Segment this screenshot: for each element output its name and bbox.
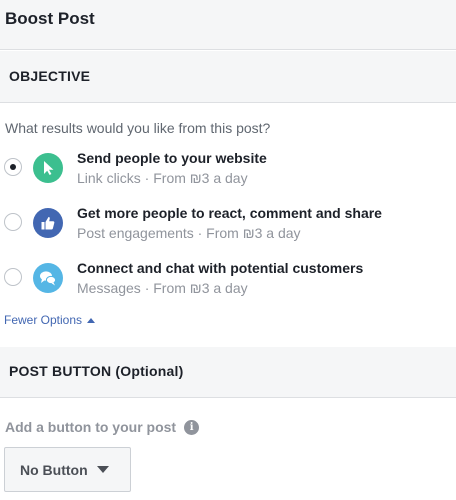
dropdown-selected-value: No Button: [20, 461, 88, 478]
option-title: Connect and chat with potential customer…: [77, 260, 364, 276]
post-button-section-label: POST BUTTON (Optional): [9, 363, 184, 379]
option-subtitle: Link clicks · From ₪3 a day: [77, 170, 248, 186]
caret-up-icon: [87, 317, 96, 323]
add-button-text: Add a button to your post: [5, 419, 177, 435]
chat-bubbles-icon: [33, 263, 63, 293]
radio-button[interactable]: [4, 213, 22, 231]
objective-question: What results would you like from this po…: [5, 120, 271, 136]
option-title: Send people to your website: [77, 150, 267, 166]
radio-button-selected[interactable]: [4, 158, 22, 176]
cursor-icon: [33, 153, 63, 183]
option-subtitle: Messages · From ₪3 a day: [77, 280, 248, 296]
objective-option-engagement[interactable]: Get more people to react, comment and sh…: [0, 204, 456, 254]
info-icon[interactable]: i: [184, 419, 200, 435]
boost-post-header: Boost Post: [0, 0, 456, 50]
objective-option-website[interactable]: Send people to your website Link clicks …: [0, 149, 456, 199]
objective-section-label: OBJECTIVE: [9, 68, 91, 84]
fewer-options-link[interactable]: Fewer Options: [4, 313, 96, 327]
thumbs-up-icon: [33, 208, 63, 238]
objective-section-header: OBJECTIVE: [0, 51, 456, 103]
caret-down-icon: [96, 466, 109, 473]
option-subtitle: Post engagements · From ₪3 a day: [77, 225, 301, 241]
objective-option-messages[interactable]: Connect and chat with potential customer…: [0, 259, 456, 309]
post-button-section-header: POST BUTTON (Optional): [0, 347, 456, 398]
post-button-dropdown[interactable]: No Button: [4, 447, 131, 492]
fewer-options-label: Fewer Options: [4, 313, 83, 327]
add-button-label: Add a button to your post i: [5, 419, 200, 435]
option-title: Get more people to react, comment and sh…: [77, 205, 382, 221]
radio-button[interactable]: [4, 268, 22, 286]
page-title: Boost Post: [5, 9, 95, 28]
